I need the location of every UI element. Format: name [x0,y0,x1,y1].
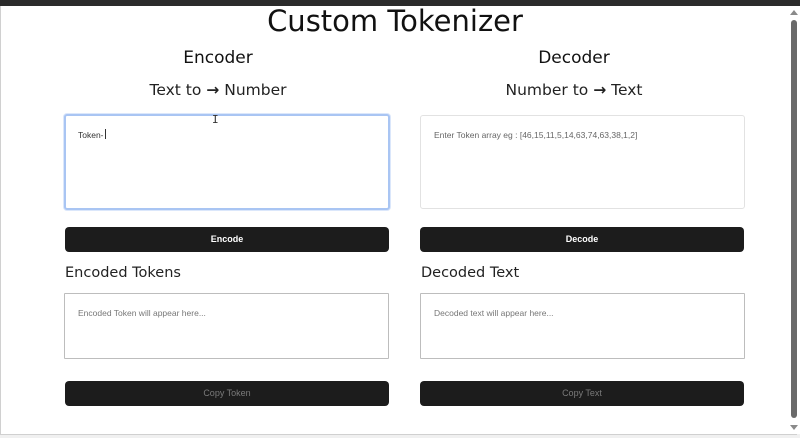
decoder-subtitle-right: Text [611,81,643,99]
encoder-subtitle-right: Number [224,81,287,99]
vertical-scrollbar[interactable] [788,6,800,434]
encoder-text-input[interactable]: Token- [64,114,390,210]
arrow-right-icon: → [206,81,220,99]
text-caret [104,129,106,139]
decoder-token-input[interactable]: Enter Token array eg : [46,15,11,5,14,63… [420,115,745,209]
copy-text-button[interactable]: Copy Text [420,381,744,406]
copy-token-button[interactable]: Copy Token [65,381,389,406]
encoder-input-value: Token- [78,130,104,140]
page-title: Custom Tokenizer [267,4,523,38]
scroll-up-arrow-icon[interactable] [790,10,798,15]
text-cursor-icon: I [212,113,219,126]
encoder-heading: Encoder [183,48,253,68]
decode-button[interactable]: Decode [420,227,744,252]
decoder-subtitle-left: Number to [505,81,589,99]
encoded-tokens-output[interactable]: Encoded Token will appear here... [64,293,389,359]
decoded-text-placeholder: Decoded text will appear here... [434,308,554,318]
encoder-subtitle-left: Text to [149,81,202,99]
decoded-text-label: Decoded Text [421,265,520,281]
decoder-subtitle: Number to → Text [412,81,736,99]
encoded-tokens-label: Encoded Tokens [65,265,181,281]
encode-button[interactable]: Encode [65,227,389,252]
decoded-text-output[interactable]: Decoded text will appear here... [420,293,745,359]
encoder-subtitle: Text to → Number [56,81,380,99]
scrollbar-thumb[interactable] [791,20,797,418]
decoder-heading: Decoder [538,48,610,68]
scroll-down-arrow-icon[interactable] [790,425,798,430]
arrow-right-icon: → [593,81,607,99]
decoder-input-placeholder: Enter Token array eg : [46,15,11,5,14,63… [434,130,638,140]
page-frame [0,6,797,435]
encoded-tokens-placeholder: Encoded Token will appear here... [78,308,206,318]
